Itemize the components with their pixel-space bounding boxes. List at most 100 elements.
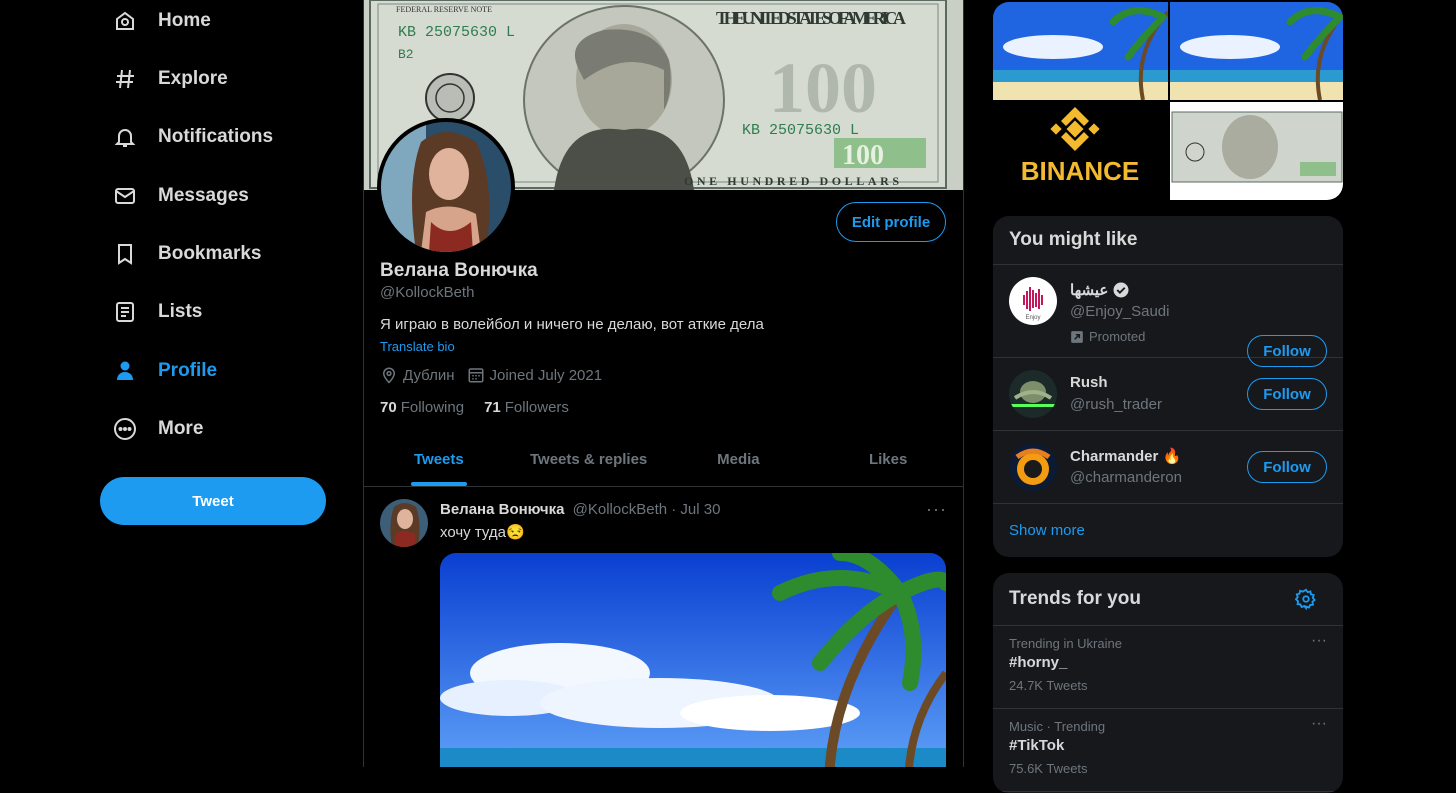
nav-messages[interactable]: Messages [112,176,249,216]
tweet-image[interactable] [440,553,946,767]
media-thumb-dollar[interactable] [1170,102,1343,200]
profile-name: Велана Вонючка [380,260,538,281]
media-thumb-binance[interactable]: BINANCE [993,102,1168,200]
tweet-text: хочу туда😒 [440,524,525,541]
svg-text:Enjoy: Enjoy [1025,315,1040,321]
translate-bio-link[interactable]: Translate bio [380,339,455,354]
profile-location-text: Дублин [403,366,455,384]
more-circle-icon [112,416,138,442]
follow-button[interactable]: Follow [1247,378,1327,410]
trend-more-icon[interactable]: ··· [1311,632,1327,650]
nav-profile[interactable]: Profile [112,351,217,391]
avatar-rush[interactable] [1009,370,1057,418]
tab-likes[interactable]: Likes [813,433,963,486]
trend-title: #horny_ [1009,654,1068,671]
person-icon [112,358,138,384]
nav-home-label: Home [158,10,211,31]
suggestion-name-text: عيشها [1070,282,1109,299]
profile-location: Дублин [380,366,455,384]
suggestion-name[interactable]: عيشها [1070,281,1130,299]
nav-bookmarks-label: Bookmarks [158,243,262,264]
nav-more-label: More [158,418,204,439]
envelope-icon [112,183,138,209]
tweet-time[interactable]: · Jul 30 [671,501,720,518]
profile-joined: Joined July 2021 [467,366,602,384]
promoted-text: Promoted [1089,329,1146,344]
avatar-charmander[interactable] [1009,443,1057,491]
suggestion-enjoy-saudi[interactable]: Enjoy عيشها @Enjoy_Saudi Promoted Follow [993,265,1343,367]
banner-serial-3: KB 25075630 L [742,122,859,139]
suggestion-rush[interactable]: Rush @rush_trader Follow [993,358,1343,431]
hashtag-icon [112,66,138,92]
nav-explore[interactable]: Explore [112,59,228,99]
gear-icon[interactable] [1295,588,1317,610]
tweet-button[interactable]: Tweet [100,477,326,525]
svg-text:100: 100 [842,140,884,171]
trend-item[interactable]: Music · Trending #TikTok 75.6K Tweets ··… [993,709,1343,792]
banner-text-top: FEDERAL RESERVE NOTE [396,5,492,14]
suggestion-name[interactable]: Charmander 🔥 [1070,447,1181,465]
profile-bio: Я играю в волейбол и ничего не делаю, во… [380,316,764,333]
media-thumb-1[interactable] [993,2,1170,101]
avatar-enjoy-saudi[interactable]: Enjoy [1009,277,1057,325]
trend-item[interactable]: Trending in Ukraine #horny_ 24.7K Tweets… [993,626,1343,709]
tweet-more-icon[interactable]: ··· [926,499,947,520]
tweet-header: Велана Вонючка @KollockBeth · Jul 30 [440,501,720,518]
active-tab-indicator [410,482,467,486]
following-count: 70 [380,399,397,416]
trend-more-icon[interactable]: ··· [1311,715,1327,733]
profile-stats: 70 Following 71 Followers [380,399,589,416]
tweet-author-name[interactable]: Велана Вонючка [440,501,564,518]
show-more-link[interactable]: Show more [993,504,1343,556]
banner-number: 100 [769,48,877,128]
following-label: Following [400,399,465,416]
tab-media-label: Media [717,451,760,468]
tab-tweets-replies[interactable]: Tweets & replies [514,433,664,486]
banner-usa: THE UNITED STATES OF AMERICA [716,8,906,28]
tab-likes-label: Likes [868,451,908,468]
followers-count: 71 [484,399,501,416]
promoted-label: Promoted [1070,329,1145,344]
nav-home[interactable]: Home [112,1,211,41]
bookmark-icon [112,241,138,267]
profile-avatar[interactable] [377,118,515,256]
nav-notifications[interactable]: Notifications [112,117,273,157]
binance-label: BINANCE [1021,156,1139,186]
nav-lists-label: Lists [158,301,203,322]
profile-handle: @KollockBeth [380,284,475,301]
nav-bookmarks[interactable]: Bookmarks [112,234,262,274]
trends-card: Trends for you Trending in Ukraine #horn… [993,573,1343,793]
list-icon [112,299,138,325]
nav-more[interactable]: More [112,409,203,449]
bell-icon [112,124,138,150]
calendar-icon [468,368,483,383]
tweet-card[interactable]: Велана Вонючка @KollockBeth · Jul 30 ···… [364,487,963,767]
trend-title: #TikTok [1009,737,1065,754]
profile-main-column: FEDERAL RESERVE NOTE KB 25075630 L B2 TH… [363,0,964,767]
tab-media[interactable]: Media [664,433,814,486]
edit-profile-button[interactable]: Edit profile [836,202,946,242]
trend-count: 75.6K Tweets [1009,761,1088,776]
nav-lists[interactable]: Lists [112,292,202,332]
followers-label: Followers [504,399,569,416]
following-link[interactable]: 70 Following [380,399,464,416]
tab-tweets-replies-label: Tweets & replies [529,451,648,468]
promoted-icon [1071,330,1083,343]
tab-tweets-label: Tweets [414,451,464,468]
location-pin-icon [382,367,396,384]
home-icon [112,8,138,34]
tab-tweets[interactable]: Tweets [364,433,514,486]
nav-profile-label: Profile [158,360,218,381]
trend-context: Music · Trending [1009,719,1106,734]
suggestion-charmander[interactable]: Charmander 🔥 @charmanderon Follow [993,431,1343,504]
followers-link[interactable]: 71 Followers [484,399,569,416]
tweet-avatar[interactable] [380,499,428,547]
suggestion-name[interactable]: Rush [1070,374,1108,391]
follow-button[interactable]: Follow [1247,451,1327,483]
nav-messages-label: Messages [158,185,249,206]
banner-serial-1: KB 25075630 L [398,24,515,41]
suggestion-handle: @charmanderon [1070,469,1182,486]
you-might-like-card: You might like Enjoy عيشها @Enjoy_Saudi … [993,216,1343,557]
media-thumb-2[interactable] [1170,2,1343,101]
profile-tabs: Tweets Tweets & replies Media Likes [364,433,963,487]
